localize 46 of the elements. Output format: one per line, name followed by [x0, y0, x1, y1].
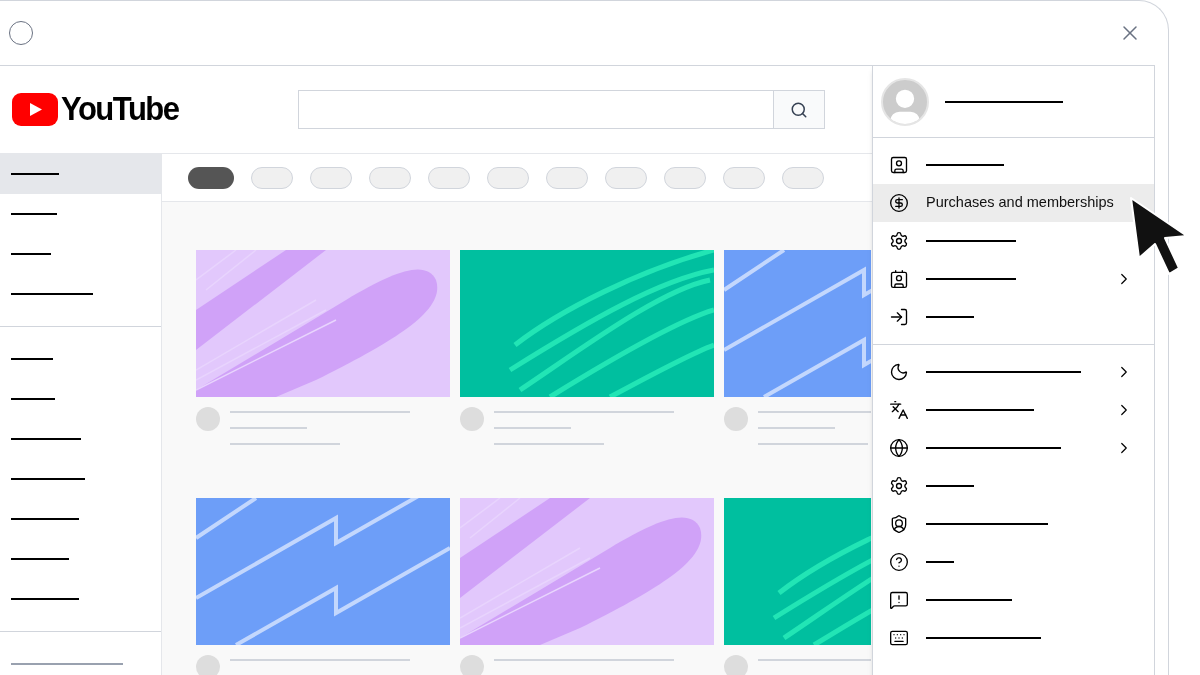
menu-item[interactable]: Purchases and memberships — [873, 184, 1154, 222]
keyboard-icon — [889, 628, 909, 648]
gear-icon — [889, 231, 909, 251]
placeholder-line — [11, 438, 81, 440]
thumbnail-drawing[interactable] — [460, 498, 714, 645]
feedback-icon — [889, 590, 909, 610]
placeholder-line — [11, 598, 79, 600]
placeholder-line — [11, 558, 69, 560]
shield-user-icon — [889, 514, 909, 534]
thumbnail-drawing[interactable] — [460, 250, 714, 397]
channel-avatar[interactable] — [460, 655, 484, 675]
search-icon — [790, 100, 808, 119]
placeholder-line — [926, 316, 974, 318]
menu-item-label: Purchases and memberships — [926, 193, 1114, 213]
thumbnail-drawing[interactable] — [196, 498, 450, 645]
play-logo-icon — [12, 93, 58, 126]
placeholder-line — [11, 253, 51, 255]
thumbnail-drawing[interactable] — [724, 498, 871, 645]
channel-avatar[interactable] — [724, 655, 748, 675]
moon-icon — [889, 362, 909, 382]
channel-avatar[interactable] — [724, 407, 748, 431]
placeholder-line — [926, 561, 954, 563]
channel-avatar[interactable] — [196, 655, 220, 675]
user-square-icon — [889, 155, 909, 175]
search-field[interactable] — [298, 90, 825, 129]
settings-icon — [889, 476, 909, 496]
placeholder-line — [926, 485, 974, 487]
channel-avatar[interactable] — [460, 407, 484, 431]
globe-icon — [889, 438, 909, 458]
thumbnail-drawing[interactable] — [724, 250, 871, 397]
help-icon — [889, 552, 909, 572]
placeholder-line — [11, 518, 79, 520]
thumbnail-drawing[interactable] — [196, 250, 450, 397]
dollar-icon — [889, 193, 909, 213]
placeholder-line — [11, 358, 53, 360]
translate-icon — [889, 400, 909, 420]
logo-text[interactable]: YouTube — [61, 83, 179, 136]
search-button[interactable] — [773, 91, 824, 128]
placeholder-line — [11, 213, 57, 215]
sign-in-icon — [889, 307, 909, 327]
channel-avatar[interactable] — [196, 407, 220, 431]
placeholder-line — [11, 398, 55, 400]
avatar-icon[interactable] — [881, 77, 929, 126]
placeholder-line — [11, 173, 59, 175]
filter-chip[interactable] — [188, 166, 234, 189]
contact-card-icon — [889, 269, 909, 289]
